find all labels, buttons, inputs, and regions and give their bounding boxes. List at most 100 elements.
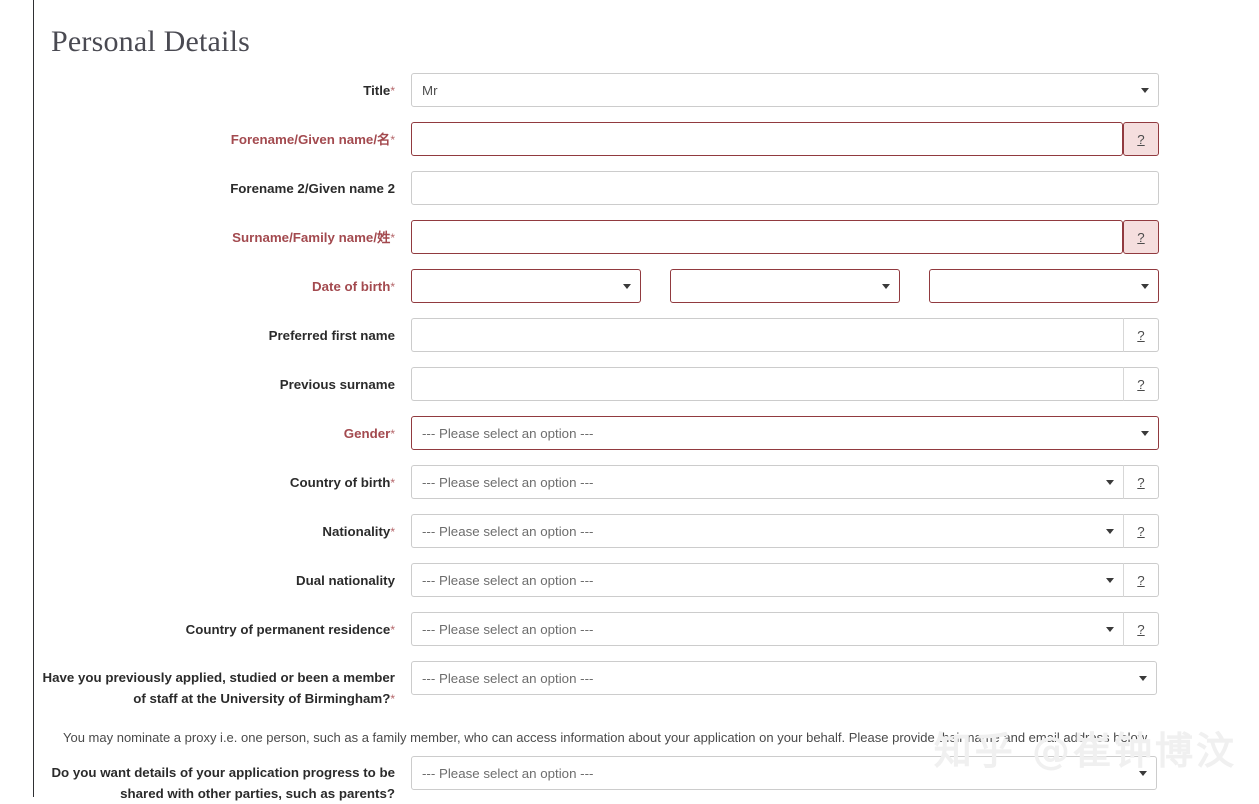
- field-previous-surname: ?: [411, 367, 1259, 401]
- select-dual-nationality[interactable]: --- Please select an option ---: [411, 563, 1123, 597]
- field-country-of-permanent-residence: --- Please select an option --- ?: [411, 612, 1259, 646]
- chevron-down-icon: [1139, 771, 1147, 776]
- help-button-country-of-birth[interactable]: ?: [1123, 465, 1159, 499]
- select-gender-value: --- Please select an option ---: [422, 425, 594, 441]
- select-title-value: Mr: [422, 82, 438, 98]
- label-previously-applied-text: Have you previously applied, studied or …: [42, 670, 395, 706]
- question-mark-icon: ?: [1137, 327, 1145, 343]
- question-mark-icon: ?: [1137, 229, 1145, 245]
- field-title: Mr: [411, 73, 1259, 107]
- form-row-forename2: Forename 2/Given name 2: [34, 171, 1259, 205]
- select-dob-year[interactable]: [929, 269, 1159, 303]
- label-surname-text: Surname/Family name/姓: [232, 230, 391, 245]
- chevron-down-icon: [1141, 284, 1149, 289]
- field-date-of-birth: [411, 269, 1259, 303]
- personal-details-page: Personal Details Title* Mr Forename/Give…: [34, 0, 1259, 801]
- help-button-forename[interactable]: ?: [1123, 122, 1159, 156]
- select-dob-month[interactable]: [670, 269, 900, 303]
- chevron-down-icon: [1141, 431, 1149, 436]
- label-nationality-text: Nationality: [322, 524, 391, 539]
- select-share-progress[interactable]: --- Please select an option ---: [411, 756, 1157, 790]
- form-row-surname: Surname/Family name/姓* ?: [34, 220, 1259, 254]
- chevron-down-icon: [882, 284, 890, 289]
- required-asterisk: *: [390, 623, 395, 637]
- input-surname[interactable]: [411, 220, 1123, 254]
- label-forename2-text: Forename 2/Given name 2: [230, 181, 395, 196]
- question-mark-icon: ?: [1137, 376, 1145, 392]
- select-country-of-permanent-residence[interactable]: --- Please select an option ---: [411, 612, 1123, 646]
- field-dual-nationality: --- Please select an option --- ?: [411, 563, 1259, 597]
- form-row-gender: Gender* --- Please select an option ---: [34, 416, 1259, 450]
- field-preferred-first-name: ?: [411, 318, 1259, 352]
- required-asterisk: *: [390, 280, 395, 294]
- select-previously-applied-value: --- Please select an option ---: [422, 670, 594, 686]
- select-previously-applied[interactable]: --- Please select an option ---: [411, 661, 1157, 695]
- required-asterisk: *: [390, 231, 395, 245]
- label-title-text: Title: [363, 83, 391, 98]
- label-gender: Gender*: [34, 416, 411, 445]
- form-row-nationality: Nationality* --- Please select an option…: [34, 514, 1259, 548]
- label-country-of-permanent-residence-text: Country of permanent residence: [185, 622, 391, 637]
- chevron-down-icon: [1106, 627, 1114, 632]
- required-asterisk: *: [390, 133, 395, 147]
- input-previous-surname[interactable]: [411, 367, 1123, 401]
- select-gender[interactable]: --- Please select an option ---: [411, 416, 1159, 450]
- form-row-country-of-permanent-residence: Country of permanent residence* --- Plea…: [34, 612, 1259, 646]
- select-country-of-birth[interactable]: --- Please select an option ---: [411, 465, 1123, 499]
- field-share-progress: --- Please select an option ---: [411, 756, 1259, 790]
- proxy-note: You may nominate a proxy i.e. one person…: [63, 730, 1151, 745]
- field-gender: --- Please select an option ---: [411, 416, 1259, 450]
- form-row-date-of-birth: Date of birth*: [34, 269, 1259, 303]
- select-country-of-birth-value: --- Please select an option ---: [422, 474, 594, 490]
- help-button-dual-nationality[interactable]: ?: [1123, 563, 1159, 597]
- label-date-of-birth-text: Date of birth: [312, 279, 391, 294]
- field-nationality: --- Please select an option --- ?: [411, 514, 1259, 548]
- label-country-of-permanent-residence: Country of permanent residence*: [34, 612, 411, 641]
- page-title: Personal Details: [51, 25, 250, 58]
- help-button-previous-surname[interactable]: ?: [1123, 367, 1159, 401]
- help-button-country-of-permanent-residence[interactable]: ?: [1123, 612, 1159, 646]
- label-forename-text: Forename/Given name/名: [230, 132, 391, 147]
- select-nationality[interactable]: --- Please select an option ---: [411, 514, 1123, 548]
- help-button-nationality[interactable]: ?: [1123, 514, 1159, 548]
- select-title[interactable]: Mr: [411, 73, 1159, 107]
- required-asterisk: *: [390, 427, 395, 441]
- label-preferred-first-name-text: Preferred first name: [268, 328, 395, 343]
- question-mark-icon: ?: [1137, 572, 1145, 588]
- personal-details-form: Title* Mr Forename/Given name/名* ? Foren…: [34, 73, 1259, 804]
- required-asterisk: *: [390, 84, 395, 98]
- input-forename2[interactable]: [411, 171, 1159, 205]
- chevron-down-icon: [1106, 529, 1114, 534]
- field-forename: ?: [411, 122, 1259, 156]
- required-asterisk: *: [390, 476, 395, 490]
- field-surname: ?: [411, 220, 1259, 254]
- input-forename[interactable]: [411, 122, 1123, 156]
- label-nationality: Nationality*: [34, 514, 411, 543]
- label-previously-applied: Have you previously applied, studied or …: [34, 661, 411, 710]
- chevron-down-icon: [1139, 676, 1147, 681]
- form-row-preferred-first-name: Preferred first name ?: [34, 318, 1259, 352]
- select-dual-nationality-value: --- Please select an option ---: [422, 572, 594, 588]
- field-forename2: [411, 171, 1259, 205]
- form-row-country-of-birth: Country of birth* --- Please select an o…: [34, 465, 1259, 499]
- required-asterisk: *: [390, 525, 395, 539]
- label-share-progress-text: Do you want details of your application …: [51, 765, 395, 801]
- help-button-surname[interactable]: ?: [1123, 220, 1159, 254]
- input-preferred-first-name[interactable]: [411, 318, 1123, 352]
- form-row-forename: Forename/Given name/名* ?: [34, 122, 1259, 156]
- field-country-of-birth: --- Please select an option --- ?: [411, 465, 1259, 499]
- form-row-previous-surname: Previous surname ?: [34, 367, 1259, 401]
- required-asterisk: *: [390, 692, 395, 706]
- label-gender-text: Gender: [343, 426, 391, 441]
- select-nationality-value: --- Please select an option ---: [422, 523, 594, 539]
- question-mark-icon: ?: [1137, 523, 1145, 539]
- chevron-down-icon: [1141, 88, 1149, 93]
- select-country-of-permanent-residence-value: --- Please select an option ---: [422, 621, 594, 637]
- help-button-preferred-first-name[interactable]: ?: [1123, 318, 1159, 352]
- label-dual-nationality-text: Dual nationality: [296, 573, 395, 588]
- select-dob-day[interactable]: [411, 269, 641, 303]
- label-title: Title*: [34, 73, 411, 102]
- chevron-down-icon: [1106, 480, 1114, 485]
- field-previously-applied: --- Please select an option ---: [411, 661, 1259, 695]
- question-mark-icon: ?: [1137, 131, 1145, 147]
